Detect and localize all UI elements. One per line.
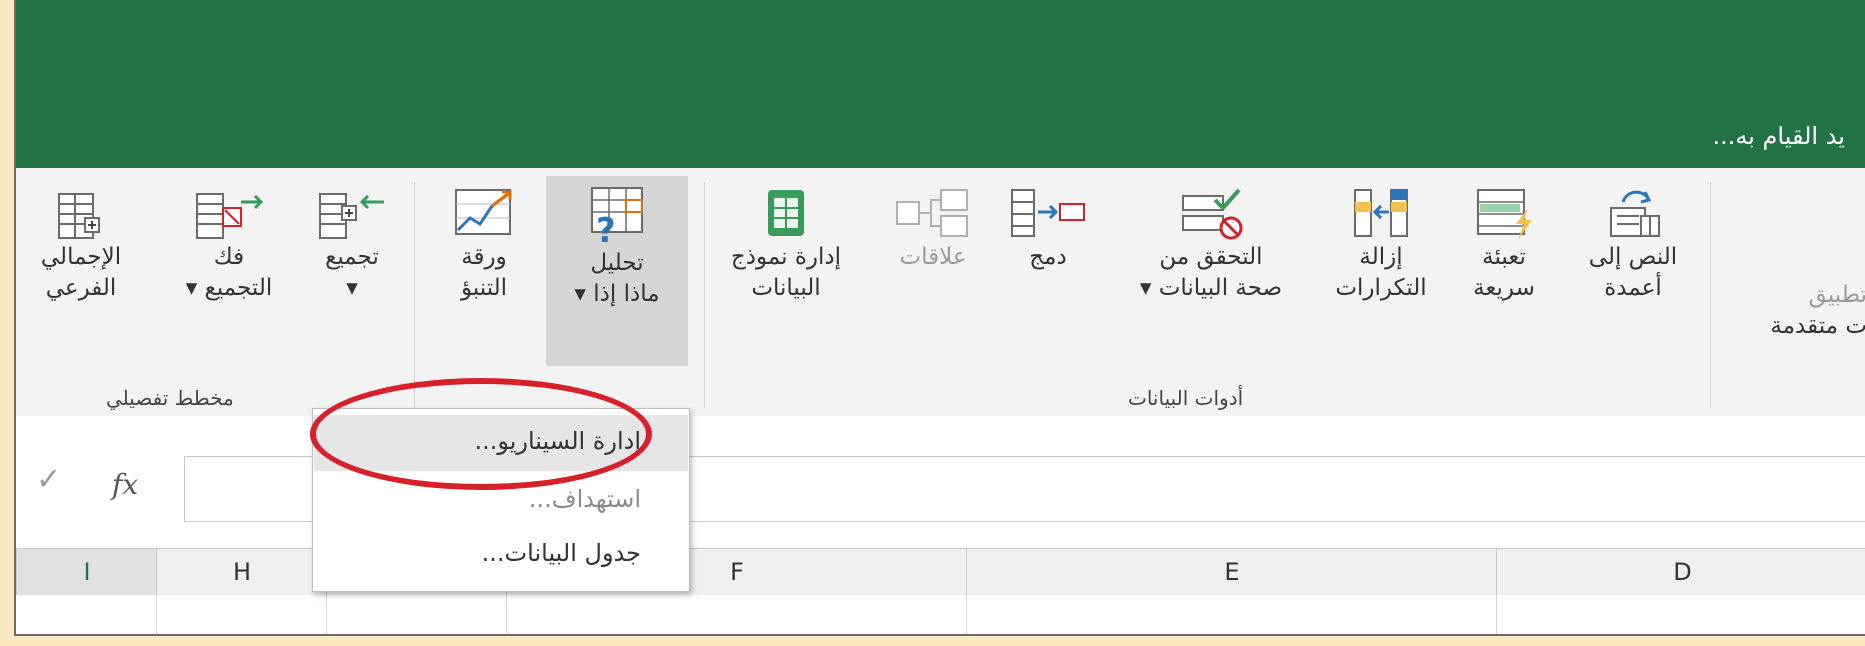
cell-divider bbox=[506, 595, 507, 634]
subtotal-icon bbox=[58, 193, 100, 239]
remove-duplicates-button[interactable]: إزالة التكرارات bbox=[1322, 184, 1440, 360]
what-if-label-2: ماذا إذا ▾ bbox=[574, 281, 660, 307]
cell-divider bbox=[966, 595, 967, 634]
advanced-label-2: ت متقدمة bbox=[1770, 313, 1865, 339]
consolidate-label: دمج bbox=[1029, 244, 1067, 270]
what-if-dropdown-menu: إدارة السيناريو... استهداف... جدول البيا… bbox=[312, 408, 690, 592]
flash-fill-label-2: سريعة bbox=[1473, 275, 1535, 301]
data-validation-label-2: صحة البيانات ▾ bbox=[1139, 275, 1283, 301]
menu-item-goal-seek[interactable]: استهداف... bbox=[529, 485, 641, 513]
remove-duplicates-label-2: التكرارات bbox=[1335, 275, 1427, 301]
consolidate-button[interactable]: دمج bbox=[1000, 184, 1096, 360]
remove-duplicates-icon bbox=[1354, 189, 1408, 237]
group-label-2: ▾ bbox=[346, 275, 358, 301]
advanced-filter-button[interactable]: تطبيق ت متقدمة bbox=[1730, 280, 1865, 360]
manage-data-model-button[interactable]: إدارة نموذج البيانات bbox=[716, 184, 856, 360]
data-validation-button[interactable]: التحقق من صحة البيانات ▾ bbox=[1122, 184, 1300, 360]
text-to-columns-label-1: النص إلى bbox=[1588, 244, 1678, 270]
ungroup-label-1: فك bbox=[213, 244, 245, 270]
group-label-1: تجميع bbox=[325, 244, 379, 270]
enter-check-icon[interactable]: ✓ bbox=[36, 462, 61, 497]
text-to-columns-button[interactable]: النص إلى أعمدة bbox=[1566, 184, 1700, 360]
what-if-label-1: تحليل bbox=[590, 250, 644, 276]
column-headers: I H G F E D bbox=[16, 548, 1865, 598]
text-to-columns-label-2: أعمدة bbox=[1604, 275, 1662, 301]
forecast-sheet-button[interactable]: ورقة التنبؤ bbox=[428, 184, 540, 360]
ungroup-button[interactable]: فك التجميع ▾ bbox=[166, 190, 292, 360]
data-model-label-1: إدارة نموذج bbox=[730, 244, 842, 270]
excel-window: يد القيام به... الإجمالي الفرعي فك التجم… bbox=[14, 0, 1865, 636]
what-if-analysis-button[interactable]: ? تحليل ماذا إذا ▾ bbox=[546, 176, 688, 366]
data-model-icon bbox=[768, 190, 804, 236]
consolidate-icon bbox=[1011, 189, 1085, 237]
subtotal-button[interactable]: الإجمالي الفرعي bbox=[28, 190, 134, 360]
cell-divider bbox=[1496, 595, 1497, 634]
group-button[interactable]: تجميع ▾ bbox=[300, 190, 404, 360]
cell-row bbox=[16, 595, 1865, 634]
text-to-columns-icon bbox=[1610, 190, 1660, 237]
remove-duplicates-label-1: إزالة bbox=[1359, 244, 1403, 270]
column-header-d[interactable]: D bbox=[1496, 549, 1865, 595]
group-icon bbox=[319, 193, 384, 239]
ungroup-icon bbox=[196, 193, 264, 239]
column-header-e[interactable]: E bbox=[966, 549, 1497, 595]
data-model-label-2: البيانات bbox=[751, 275, 821, 301]
ungroup-label-2: التجميع ▾ bbox=[185, 275, 273, 301]
group-separator bbox=[1710, 182, 1711, 408]
forecast-label-1: ورقة bbox=[461, 244, 507, 270]
menu-item-scenario-manager[interactable]: إدارة السيناريو... bbox=[474, 427, 641, 455]
flash-fill-button[interactable]: تعبئة سريعة bbox=[1456, 184, 1552, 360]
relationships-icon bbox=[896, 189, 968, 237]
forecast-label-2: التنبؤ bbox=[460, 275, 508, 301]
advanced-label-1: تطبيق bbox=[1808, 282, 1865, 308]
data-tools-group-label: أدوات البيانات bbox=[1128, 386, 1244, 410]
insert-function-icon[interactable]: fx bbox=[112, 468, 138, 501]
outline-group-label: مخطط تفصيلي bbox=[106, 386, 234, 410]
relationships-label: علاقات bbox=[899, 244, 967, 270]
data-validation-label-1: التحقق من bbox=[1159, 244, 1263, 270]
group-separator bbox=[704, 182, 705, 408]
column-header-i[interactable]: I bbox=[16, 549, 157, 598]
tell-me-box[interactable]: يد القيام به... bbox=[1712, 122, 1845, 150]
group-separator bbox=[414, 182, 415, 408]
flash-fill-icon bbox=[1477, 189, 1532, 240]
forecast-chart-icon bbox=[455, 189, 512, 235]
what-if-icon: ? bbox=[591, 187, 643, 248]
subtotal-label-1: الإجمالي bbox=[40, 244, 122, 270]
menu-item-data-table[interactable]: جدول البيانات... bbox=[482, 539, 641, 567]
cell-divider bbox=[156, 595, 157, 634]
column-header-h[interactable]: H bbox=[156, 549, 327, 595]
title-bar bbox=[16, 0, 1865, 168]
flash-fill-label-1: تعبئة bbox=[1482, 244, 1526, 270]
subtotal-label-2: الفرعي bbox=[45, 275, 117, 301]
relationships-button[interactable]: علاقات bbox=[880, 184, 986, 360]
data-validation-icon bbox=[1182, 188, 1243, 240]
svg-text:?: ? bbox=[596, 211, 616, 248]
cell-divider bbox=[326, 595, 327, 634]
